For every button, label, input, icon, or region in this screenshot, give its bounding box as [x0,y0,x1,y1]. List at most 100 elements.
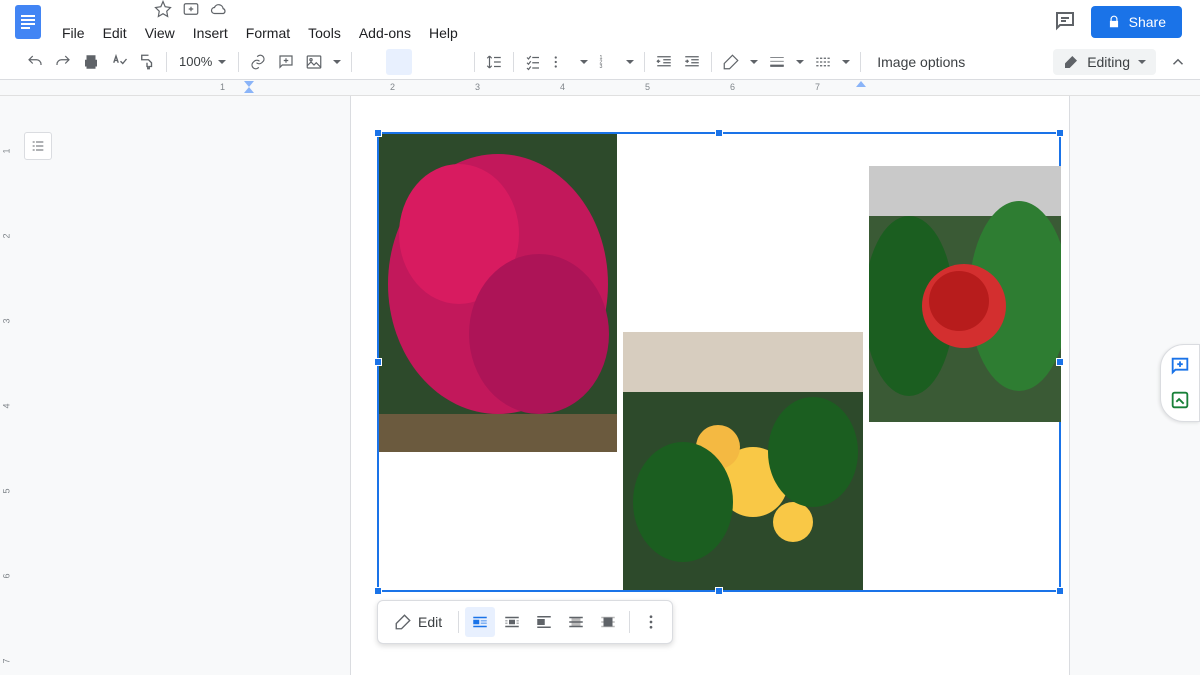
paint-format-button[interactable] [134,49,160,75]
editing-mode-select[interactable]: Editing [1053,49,1156,75]
toolbar: 100% 123 Image options Editing [0,44,1200,80]
caret-down-icon[interactable] [333,60,341,64]
docs-logo[interactable] [8,2,48,42]
line-spacing-button[interactable] [481,49,507,75]
ruler-tick: 5 [645,82,650,92]
redo-button[interactable] [50,49,76,75]
resize-handle-se[interactable] [1056,587,1064,595]
align-center-button[interactable] [386,49,412,75]
mode-label: Editing [1087,54,1130,70]
vruler-tick: 7 [2,658,12,663]
collapse-toolbar-button[interactable] [1164,48,1192,76]
break-text-button[interactable] [529,607,559,637]
document-page: Edit [350,96,1070,675]
ruler-tick: 6 [730,82,735,92]
insert-image-button[interactable] [301,49,327,75]
vruler-tick: 1 [2,148,12,153]
vruler-tick: 6 [2,573,12,578]
page-canvas[interactable]: Edit [64,96,1200,675]
title-row [54,0,1053,21]
resize-handle-s[interactable] [715,587,723,595]
menu-file[interactable]: File [54,21,93,45]
cloud-icon[interactable] [210,0,228,21]
share-button[interactable]: Share [1091,6,1182,38]
move-icon[interactable] [182,0,200,21]
behind-text-button[interactable] [561,607,591,637]
right-indent-marker[interactable] [856,81,866,87]
caret-down-icon[interactable] [750,60,758,64]
in-front-text-button[interactable] [593,607,623,637]
menu-tools[interactable]: Tools [300,21,349,45]
wrap-inline-button[interactable] [465,607,495,637]
spellcheck-button[interactable] [106,49,132,75]
selected-image-group[interactable] [377,132,1061,592]
side-tools [1160,344,1200,422]
horizontal-ruler: 1 2 3 4 5 6 7 7 [0,80,1200,96]
edit-label: Edit [418,614,442,630]
checklist-button[interactable] [520,49,546,75]
caret-down-icon[interactable] [626,60,634,64]
vruler-tick: 3 [2,318,12,323]
resize-handle-ne[interactable] [1056,129,1064,137]
vruler-tick: 2 [2,233,12,238]
menu-edit[interactable]: Edit [95,21,135,45]
star-icon[interactable] [154,0,172,21]
edit-image-button[interactable]: Edit [384,607,452,637]
decrease-indent-button[interactable] [651,49,677,75]
wrap-text-button[interactable] [497,607,527,637]
print-button[interactable] [78,49,104,75]
image-flowers-1 [379,134,617,452]
caret-down-icon[interactable] [842,60,850,64]
zoom-select[interactable]: 100% [173,54,232,69]
ruler-tick: 1 [220,82,225,92]
align-left-button[interactable] [358,49,384,75]
resize-handle-sw[interactable] [374,587,382,595]
header-middle: File Edit View Insert Format Tools Add-o… [48,0,1053,45]
menu-insert[interactable]: Insert [185,21,236,45]
open-comments-button[interactable] [1053,9,1077,36]
border-color-button[interactable] [718,49,744,75]
caret-down-icon [1138,60,1146,64]
increase-indent-button[interactable] [679,49,705,75]
add-comment-button[interactable] [273,49,299,75]
menu-format[interactable]: Format [238,21,298,45]
border-weight-button[interactable] [764,49,790,75]
work-area: 1 2 3 4 5 6 7 [0,96,1200,675]
image-context-toolbar: Edit [377,600,673,644]
suggest-edits-side-button[interactable] [1165,385,1195,415]
resize-handle-w[interactable] [374,358,382,366]
vruler-tick: 5 [2,488,12,493]
share-label: Share [1129,14,1166,30]
menu-bar: File Edit View Insert Format Tools Add-o… [54,21,1053,45]
add-comment-side-button[interactable] [1165,351,1195,381]
caret-down-icon[interactable] [796,60,804,64]
ruler-tick: 7 [815,82,820,92]
more-options-button[interactable] [636,607,666,637]
menu-help[interactable]: Help [421,21,466,45]
svg-text:3: 3 [600,64,603,70]
document-outline-button[interactable] [24,132,52,160]
image-options-button[interactable]: Image options [867,54,975,70]
resize-handle-nw[interactable] [374,129,382,137]
menu-addons[interactable]: Add-ons [351,21,419,45]
insert-link-button[interactable] [245,49,271,75]
zoom-value: 100% [179,54,212,69]
bulleted-list-button[interactable] [548,49,574,75]
menu-view[interactable]: View [137,21,183,45]
resize-handle-e[interactable] [1056,358,1064,366]
ruler-tick: 2 [390,82,395,92]
ruler-tick: 4 [560,82,565,92]
align-right-button[interactable] [414,49,440,75]
ruler-tick: 3 [475,82,480,92]
caret-down-icon [218,60,226,64]
left-indent-marker[interactable] [244,81,254,93]
resize-handle-n[interactable] [715,129,723,137]
border-dash-button[interactable] [810,49,836,75]
image-flowers-2 [623,332,863,590]
vruler-tick: 4 [2,403,12,408]
undo-button[interactable] [22,49,48,75]
align-justify-button[interactable] [442,49,468,75]
caret-down-icon[interactable] [580,60,588,64]
numbered-list-button[interactable]: 123 [594,49,620,75]
pencil-icon [394,613,412,631]
